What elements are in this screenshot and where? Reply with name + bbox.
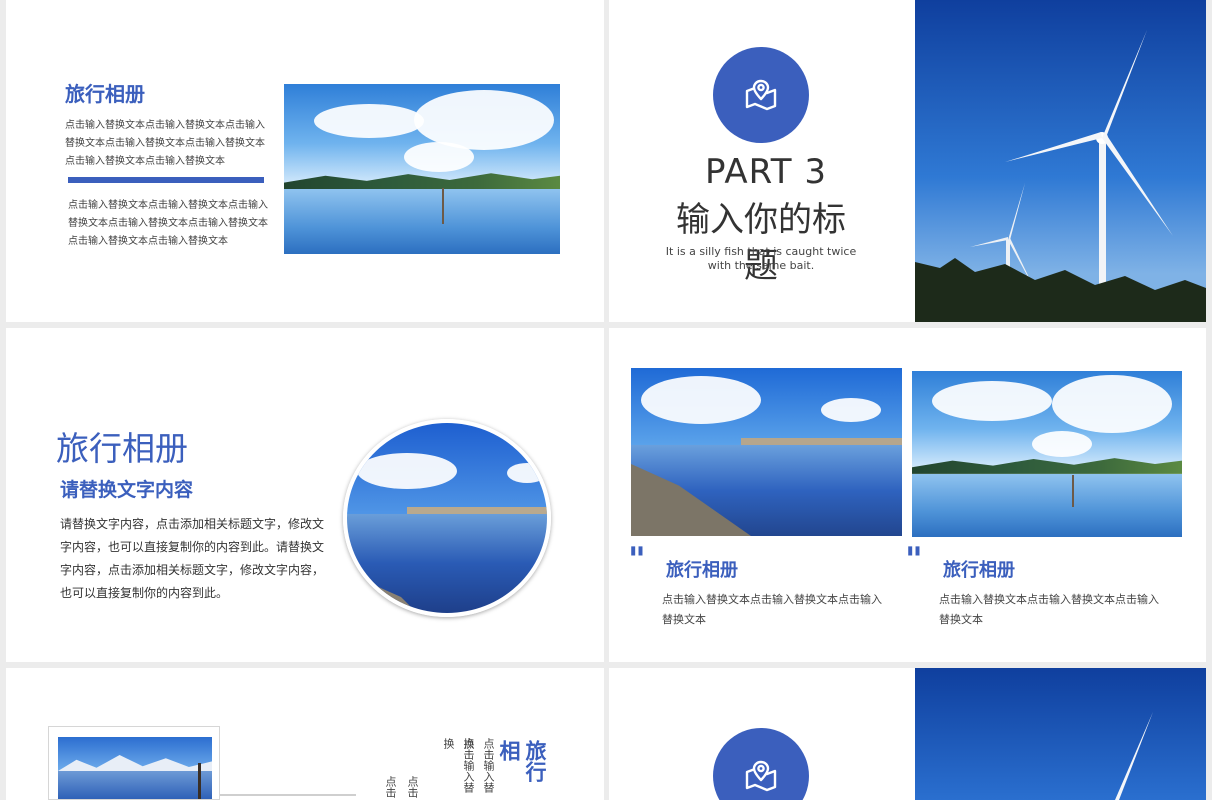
- vertical-text-3: 点击: [406, 776, 419, 798]
- slide-travel-album-2: 旅行相册 请替换文字内容 请替换文字内容，点击添加相关标题文字，修改文字内容，也…: [6, 328, 604, 662]
- slide-travel-album-1: 旅行相册 点击输入替换文本点击输入替换文本点击输入替换文本点击输入替换文本点击输…: [6, 0, 604, 322]
- map-location-icon: [713, 728, 809, 800]
- lake-photo: [284, 84, 560, 254]
- slide-travel-album-3: " 旅行相册 点击输入替换文本点击输入替换文本点击输入替换文本 " 旅行相册 点…: [609, 328, 1206, 662]
- album-heading: 旅行相册: [56, 429, 188, 468]
- wind-turbine-photo: [915, 668, 1206, 800]
- card1-title: 旅行相册: [666, 560, 738, 581]
- section-subtitle: It is a silly fish that is caught twice …: [665, 245, 857, 272]
- quote-mark-1: ": [628, 540, 646, 580]
- album-body: 请替换文字内容，点击添加相关标题文字，修改文字内容，也可以直接复制你的内容到此。…: [60, 517, 325, 600]
- vertical-text-4: 点击: [384, 776, 397, 798]
- album-text-2: 点击输入替换文本点击输入替换文本点击输入替换文本点击输入替换文本点击输入替换文本…: [68, 200, 268, 247]
- lake-cliff-photo: [631, 368, 902, 536]
- accent-divider: [68, 177, 264, 183]
- slide-part-badge: [609, 668, 1206, 800]
- section-title: 输入你的标题: [676, 200, 846, 286]
- card2-title: 旅行相册: [943, 560, 1015, 581]
- album-subheading: 请替换文字内容: [60, 479, 194, 501]
- map-location-icon: [713, 47, 809, 143]
- divider-line: [220, 794, 356, 796]
- card1-text: 点击输入替换文本点击输入替换文本点击输入替换文本: [662, 593, 882, 626]
- wind-turbine-photo: [915, 0, 1206, 322]
- quote-mark-2: ": [905, 540, 923, 580]
- vertical-title: 旅行相: [497, 740, 547, 782]
- vertical-text-2: 点击输入替换: [442, 738, 475, 793]
- card2-text: 点击输入替换文本点击输入替换文本点击输入替换文本: [939, 593, 1159, 626]
- album-text-1: 点击输入替换文本点击输入替换文本点击输入替换文本点击输入替换文本点击输入替换文本…: [65, 120, 265, 167]
- round-lake-photo: [343, 419, 551, 617]
- slide-travel-album-4: 旅行相 点击输入替换 点击输入替换 点击 点击: [6, 668, 604, 800]
- lake-tree-photo: [912, 371, 1182, 537]
- slide-part-3: PART 3 输入你的标题 It is a silly fish that is…: [609, 0, 1206, 322]
- part-label: PART 3: [705, 152, 827, 192]
- framed-mountain-photo: [48, 726, 220, 800]
- album-title: 旅行相册: [65, 82, 145, 106]
